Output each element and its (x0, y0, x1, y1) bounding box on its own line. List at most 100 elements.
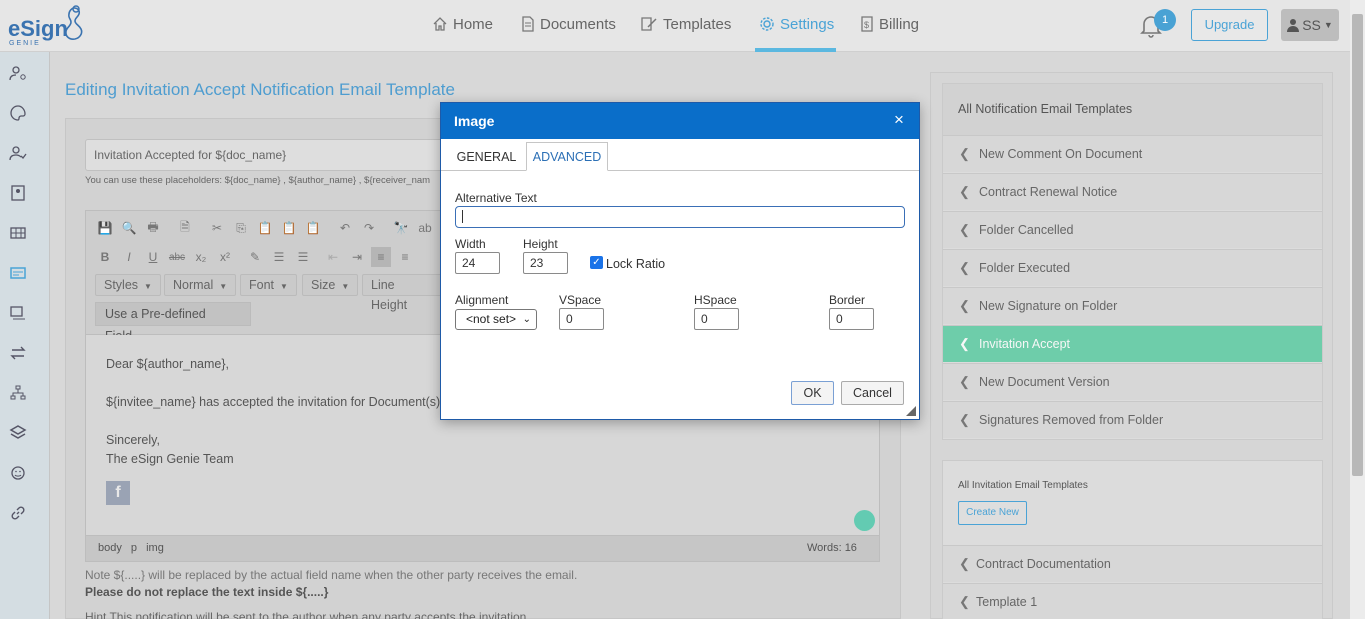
remove-format-icon[interactable]: ✎ (245, 247, 265, 267)
save-icon[interactable]: 💾 (95, 218, 115, 238)
strikethrough-icon[interactable]: abc (167, 247, 187, 267)
email-template-icon[interactable] (9, 264, 27, 282)
hspace-input[interactable]: 0 (694, 308, 739, 330)
tab-divider (441, 170, 919, 171)
paste-text-icon[interactable]: 📋 (279, 218, 299, 238)
toolbar-row-1: 💾 🔍 🖶 🗎 ✂ ⎘ 📋 📋 📋 ↶ ↷ 🔭 ab (95, 218, 435, 238)
list-item[interactable]: ❮ Folder Executed (943, 249, 1322, 286)
preview-icon[interactable]: 🔍 (119, 218, 139, 238)
superscript-icon[interactable]: x² (215, 247, 235, 267)
hspace-label: HSpace (694, 293, 737, 307)
template-icon[interactable]: 🗎 (175, 218, 195, 238)
grammarly-icon[interactable] (854, 510, 875, 531)
format-combo[interactable]: Normal ▼ (164, 274, 237, 296)
list-item[interactable]: ❮ New Document Version (943, 363, 1322, 400)
nav-home[interactable]: Home (432, 14, 493, 34)
left-sidebar (0, 52, 50, 619)
scrollbar-thumb[interactable] (1352, 14, 1363, 476)
list-item[interactable]: ❮ New Comment On Document (943, 135, 1322, 172)
numbered-list-icon[interactable]: ☰ (269, 247, 289, 267)
close-icon[interactable]: × (894, 110, 904, 130)
tab-general[interactable]: GENERAL (452, 144, 521, 170)
italic-icon[interactable]: I (119, 247, 139, 267)
alt-text-input[interactable] (455, 206, 905, 228)
lock-ratio-label: Lock Ratio (606, 257, 666, 271)
width-input[interactable]: 24 (455, 252, 500, 274)
vspace-input[interactable]: 0 (559, 308, 604, 330)
ok-button[interactable]: OK (791, 381, 834, 405)
paste-word-icon[interactable]: 📋 (303, 218, 323, 238)
height-input[interactable]: 23 (523, 252, 568, 274)
align-center-icon[interactable]: ≡ (395, 247, 415, 267)
indent-icon[interactable]: ⇥ (347, 247, 367, 267)
list-item[interactable]: ❮ Contract Renewal Notice (943, 173, 1322, 210)
outdent-icon[interactable]: ⇤ (323, 247, 343, 267)
toolbar-row-2: B I U abc x₂ x² ✎ ☰ ☰ ⇤ ⇥ ≡ ≡ (95, 247, 415, 267)
cut-icon[interactable]: ✂ (207, 218, 227, 238)
cancel-button[interactable]: Cancel (841, 381, 904, 405)
alignment-select[interactable]: <not set> ⌄ (455, 309, 537, 330)
border-input[interactable]: 0 (829, 308, 874, 330)
nav-documents[interactable]: Documents (521, 14, 616, 34)
list-item[interactable]: ❮ Template 1 (943, 583, 1322, 619)
smiley-icon[interactable] (9, 464, 27, 482)
list-item[interactable]: ❮ Contract Documentation (943, 545, 1322, 582)
lock-ratio-checkbox[interactable]: ✓ (590, 256, 603, 269)
tab-advanced[interactable]: ADVANCED (526, 142, 608, 171)
upgrade-button[interactable]: Upgrade (1191, 9, 1268, 41)
size-combo-label: Size (311, 278, 336, 292)
svg-text:$: $ (864, 20, 869, 30)
replace-icon[interactable]: ab (415, 218, 435, 238)
user-check-icon[interactable] (9, 144, 27, 162)
list-item[interactable]: ❮ Folder Cancelled (943, 211, 1322, 248)
link-icon[interactable] (9, 504, 27, 522)
bulleted-list-icon[interactable]: ☰ (293, 247, 313, 267)
subject-input[interactable]: Invitation Accepted for ${doc_name} (85, 139, 485, 171)
palette-icon[interactable] (9, 104, 27, 122)
esign-genie-logo[interactable]: eSign GENIE (8, 4, 98, 48)
list-item-label: Contract Renewal Notice (979, 185, 1118, 199)
subscript-icon[interactable]: x₂ (191, 247, 211, 267)
styles-combo[interactable]: Styles ▼ (95, 274, 161, 296)
facebook-icon[interactable]: f (106, 481, 130, 505)
home-icon (433, 17, 447, 31)
paste-icon[interactable]: 📋 (255, 218, 275, 238)
print-icon[interactable]: 🖶 (143, 218, 163, 238)
nav-settings[interactable]: Settings (759, 14, 834, 34)
predefined-field-button[interactable]: Use a Pre-defined Field▼ (95, 302, 251, 343)
user-settings-icon[interactable] (9, 64, 27, 82)
email-body-line: Sincerely, (106, 433, 160, 447)
list-item-label: New Comment On Document (979, 147, 1143, 161)
list-item[interactable]: ❮ Signatures Removed from Folder (943, 401, 1322, 438)
genie-icon (65, 5, 83, 40)
nav-documents-label: Documents (540, 15, 616, 33)
format-combo-label: Normal (173, 278, 214, 292)
size-combo[interactable]: Size ▼ (302, 274, 359, 296)
resize-grip-icon[interactable] (906, 406, 916, 416)
copy-icon[interactable]: ⎘ (231, 218, 251, 238)
table-icon[interactable] (9, 224, 27, 242)
nav-templates-label: Templates (663, 15, 732, 33)
hierarchy-icon[interactable] (9, 384, 27, 402)
find-icon[interactable]: 🔭 (391, 218, 411, 238)
undo-icon[interactable]: ↶ (335, 218, 355, 238)
align-left-icon[interactable]: ≡ (371, 247, 391, 267)
font-combo[interactable]: Font ▼ (240, 274, 297, 296)
redo-icon[interactable]: ↷ (359, 218, 379, 238)
nav-templates[interactable]: Templates (640, 14, 731, 34)
list-item[interactable]: ❮ New Signature on Folder (943, 287, 1322, 324)
contact-card-icon[interactable] (9, 184, 27, 202)
underline-icon[interactable]: U (143, 247, 163, 267)
transfer-icon[interactable] (9, 344, 27, 362)
create-new-button[interactable]: Create New (958, 501, 1027, 525)
layers-icon[interactable] (9, 424, 27, 442)
signature-icon[interactable] (9, 304, 27, 322)
line-height-combo[interactable]: Line Height (362, 274, 442, 312)
alignment-value: <not set> (466, 312, 517, 326)
text-cursor (462, 210, 463, 223)
nav-billing[interactable]: $ Billing (860, 14, 919, 34)
bold-icon[interactable]: B (95, 247, 115, 267)
list-item-active[interactable]: ❮ Invitation Accept (943, 325, 1322, 362)
user-menu-button[interactable]: SS ▼ (1281, 9, 1339, 41)
element-path[interactable]: body p img (98, 542, 164, 554)
